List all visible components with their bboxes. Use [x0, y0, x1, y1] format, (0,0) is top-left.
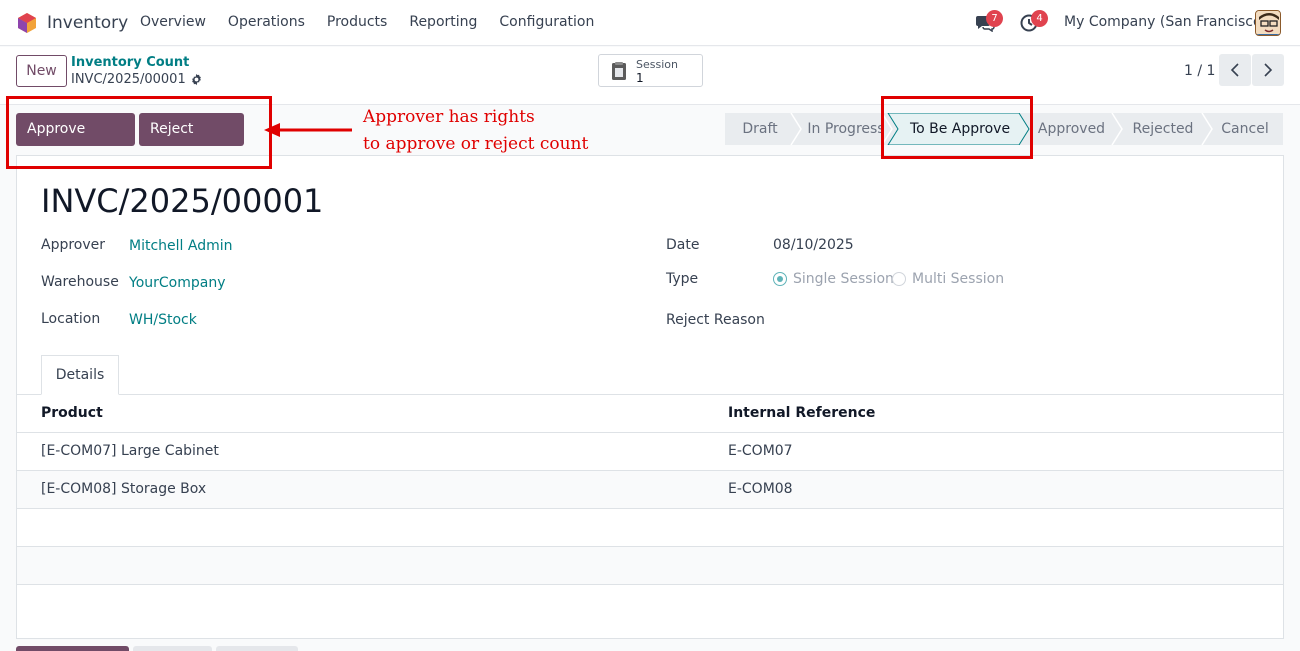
annotation-arrow-icon: [264, 123, 352, 137]
record-title: INVC/2025/00001: [41, 182, 324, 220]
form-sheet: INVC/2025/00001 Approver Mitchell Admin …: [16, 155, 1284, 639]
top-navbar: Inventory Overview Operations Products R…: [0, 0, 1300, 46]
empty-row: [17, 547, 1283, 585]
menu-reporting[interactable]: Reporting: [409, 14, 477, 30]
annotation-line-2: to approve or reject count: [363, 134, 589, 154]
main-menu: Overview Operations Products Reporting C…: [140, 14, 594, 30]
column-product[interactable]: Product: [41, 405, 103, 421]
activities-count-badge: 4: [1031, 10, 1048, 27]
pager-value[interactable]: 1 / 1: [1184, 63, 1215, 79]
type-multi-session-label[interactable]: Multi Session: [912, 271, 1004, 287]
menu-products[interactable]: Products: [327, 14, 387, 30]
tab-details[interactable]: Details: [41, 355, 119, 395]
menu-configuration[interactable]: Configuration: [499, 14, 594, 30]
column-internal-reference[interactable]: Internal Reference: [728, 405, 875, 421]
location-value[interactable]: WH/Stock: [129, 312, 197, 328]
stage-rejected[interactable]: Rejected: [1122, 113, 1204, 145]
empty-row: [17, 509, 1283, 547]
company-switcher[interactable]: My Company (San Francisco): [1064, 14, 1267, 30]
menu-overview[interactable]: Overview: [140, 14, 206, 30]
reject-reason-label: Reject Reason: [666, 312, 765, 328]
clipboard-icon: [612, 62, 626, 80]
warehouse-value[interactable]: YourCompany: [129, 275, 226, 291]
table-row[interactable]: [E-COM07] Large Cabinet E-COM07: [17, 433, 1283, 471]
stage-approved[interactable]: Approved: [1029, 113, 1114, 145]
warehouse-label: Warehouse: [41, 274, 119, 290]
stage-draft[interactable]: Draft: [725, 113, 795, 145]
product-cell: [E-COM07] Large Cabinet: [41, 443, 219, 459]
type-multi-session-radio[interactable]: [892, 272, 906, 286]
gear-icon[interactable]: [190, 73, 203, 86]
annotation-highlight-stage: [881, 96, 1033, 159]
stage-in-progress[interactable]: In Progress: [801, 113, 891, 145]
inventory-app-icon[interactable]: [16, 12, 38, 34]
app-name[interactable]: Inventory: [47, 13, 128, 33]
pager-previous-button[interactable]: [1219, 54, 1251, 86]
annotation-highlight-buttons: [6, 96, 272, 169]
chevron-right-icon: [1264, 63, 1273, 77]
table-row[interactable]: [E-COM08] Storage Box E-COM08: [17, 471, 1283, 509]
date-value[interactable]: 08/10/2025: [773, 237, 854, 253]
type-single-session-radio[interactable]: [773, 272, 787, 286]
menu-operations[interactable]: Operations: [228, 14, 305, 30]
approver-value[interactable]: Mitchell Admin: [129, 238, 233, 254]
approver-label: Approver: [41, 237, 106, 253]
session-smart-button[interactable]: Session 1: [598, 54, 703, 87]
session-label: Session: [636, 58, 678, 71]
pager-next-button[interactable]: [1252, 54, 1284, 86]
messages-count-badge: 7: [986, 10, 1003, 27]
session-value: 1: [636, 71, 644, 85]
user-avatar[interactable]: [1255, 10, 1281, 36]
annotation-line-1: Approver has rights: [363, 107, 535, 127]
internal-reference-cell: E-COM08: [728, 481, 793, 497]
table-header: Product Internal Reference: [17, 395, 1283, 433]
date-label: Date: [666, 237, 700, 253]
bottom-button-edge: [133, 646, 212, 651]
breadcrumb-current: INVC/2025/00001: [71, 72, 186, 87]
type-label: Type: [666, 271, 699, 287]
new-button[interactable]: New: [16, 55, 67, 87]
location-label: Location: [41, 311, 101, 327]
breadcrumb-parent[interactable]: Inventory Count: [71, 55, 189, 70]
chevron-left-icon: [1230, 63, 1239, 77]
bottom-button-edge: [216, 646, 298, 651]
type-single-session-label[interactable]: Single Session: [793, 271, 894, 287]
annotation-text: Approver has rights to approve or reject…: [363, 104, 588, 158]
bottom-button-edge: [16, 646, 129, 651]
product-cell: [E-COM08] Storage Box: [41, 481, 207, 497]
stage-cancel[interactable]: Cancel: [1210, 113, 1280, 145]
internal-reference-cell: E-COM07: [728, 443, 793, 459]
